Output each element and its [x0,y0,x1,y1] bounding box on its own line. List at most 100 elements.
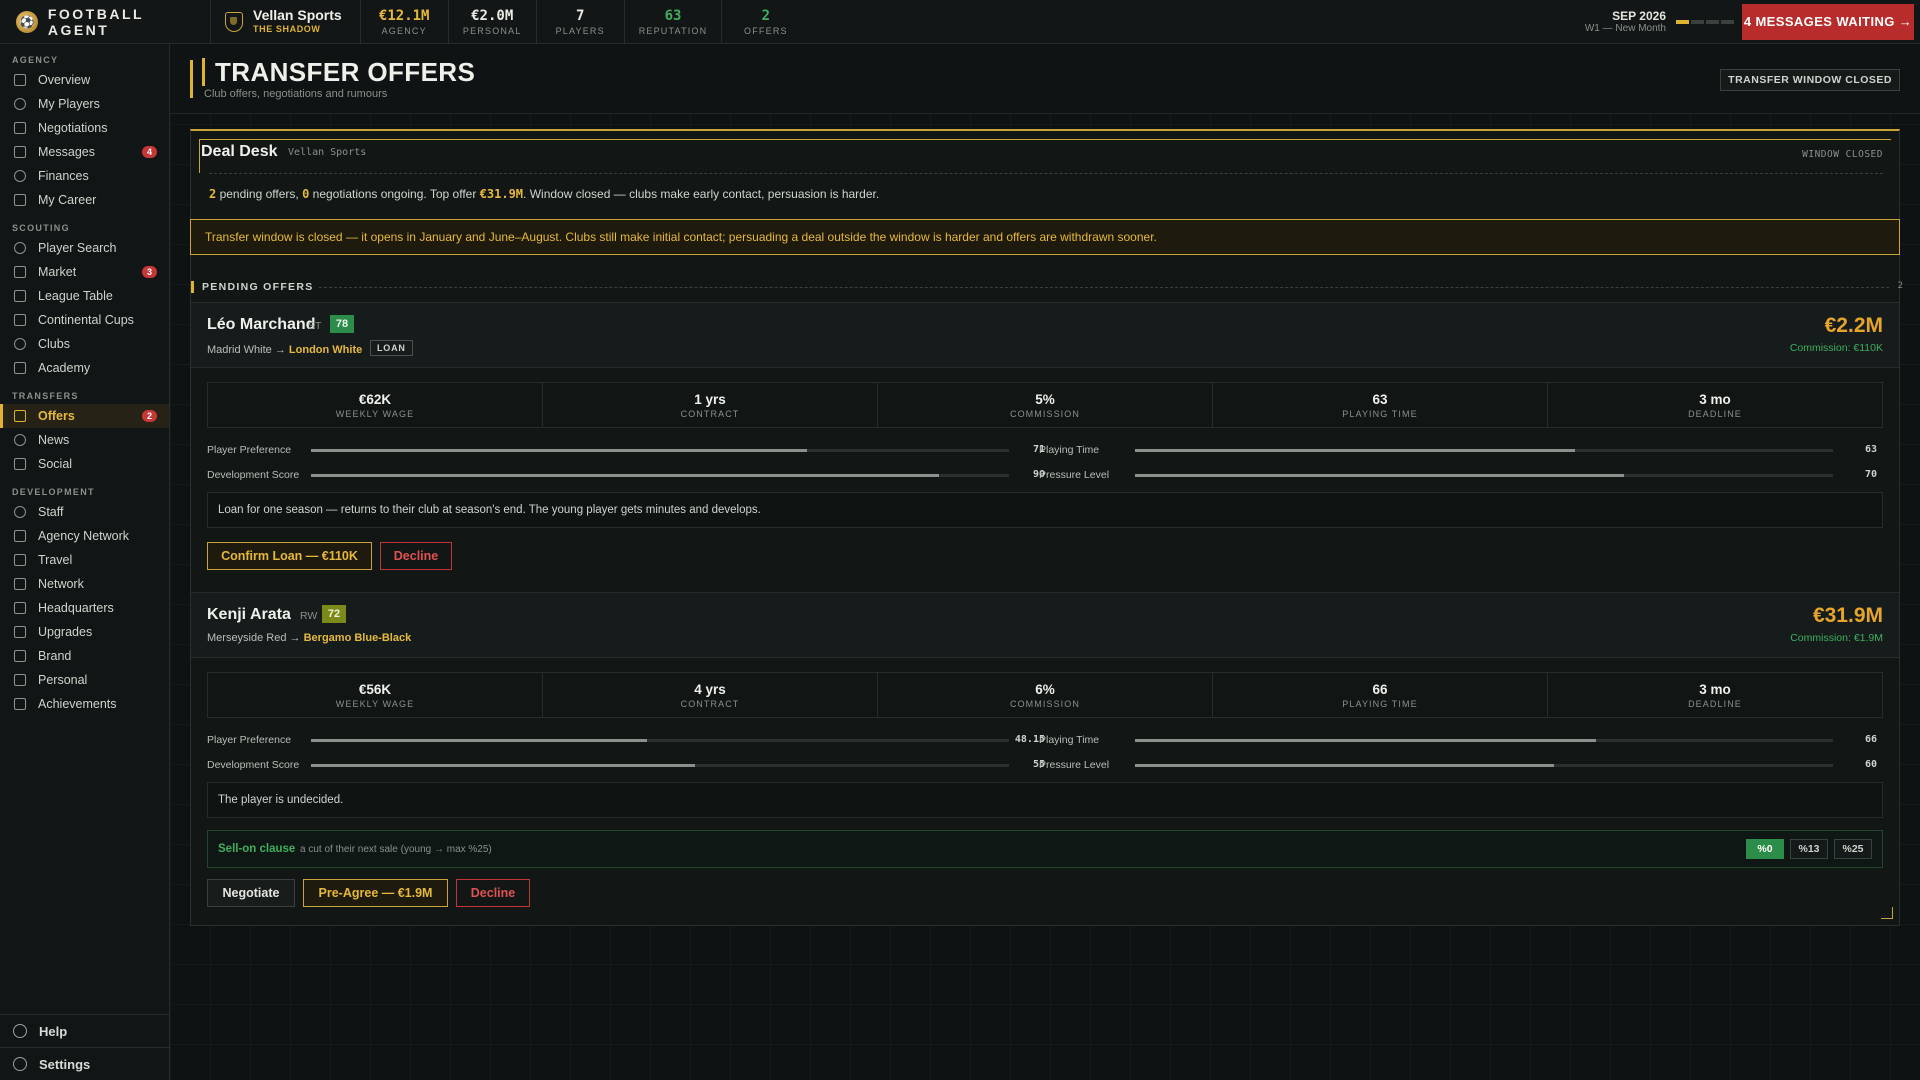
sidebar-item-staff[interactable]: Staff [0,500,169,524]
offer-header: Léo Marchand ST 78 Madrid White → London… [191,302,1899,368]
sidebar-item-agency-network[interactable]: Agency Network [0,524,169,548]
metric-label: Pressure Level [1039,759,1110,771]
trend-icon [14,626,26,638]
kpi-label: PLAYING TIME [1342,698,1418,709]
sidebar-item-brand[interactable]: Brand [0,644,169,668]
metric-track [1135,474,1833,477]
sidebar-item-label: Travel [38,553,73,567]
sidebar-item-personal[interactable]: Personal [0,668,169,692]
summary-text: pending offers, [216,187,303,201]
metric-track [311,449,1009,452]
sell-on-option[interactable]: %0 [1746,839,1784,859]
sidebar-item-clubs[interactable]: Clubs [0,332,169,356]
agency-block[interactable]: Vellan Sports THE SHADOW [210,0,360,44]
pre-agree-button[interactable]: Pre-Agree — €1.9M [303,879,448,907]
star-icon [14,650,26,662]
sidebar-item-headquarters[interactable]: Headquarters [0,596,169,620]
chat-icon [14,122,26,134]
to-club: London White [288,344,363,356]
stat-value: €12.1M [378,7,430,24]
sidebar-item-label: News [38,433,70,447]
pending-offers-header: PENDING OFFERS 2 [191,281,1903,295]
sidebar-item-offers[interactable]: Offers 2 [0,404,169,428]
date-block: SEP 2026 W1 — New Month [1585,9,1666,34]
deal-desk-status: WINDOW CLOSED [1802,149,1883,160]
sidebar-item-achievements[interactable]: Achievements [0,692,169,716]
kpi-commission: 6% COMMISSION [878,673,1213,717]
section-accent [191,281,194,293]
nav-badge: 2 [142,410,157,422]
metric-value: 60 [1864,759,1877,770]
metric-fill [1135,739,1596,742]
sidebar: AGENCY Overview My Players Negotiations Mess… [0,44,170,1080]
sell-on-option[interactable]: %13 [1790,839,1828,859]
sidebar-settings-button[interactable]: Settings [0,1047,170,1080]
metric-label: Pressure Level [1039,469,1110,481]
decline-button[interactable]: Decline [456,879,530,907]
sidebar-item-label: My Career [38,193,97,207]
sidebar-item-player-search[interactable]: Player Search [0,236,169,260]
messages-waiting-button[interactable]: 4 MESSAGES WAITING → [1742,3,1914,40]
offer-note: Loan for one season — returns to their c… [207,492,1883,528]
week-segment [1721,19,1734,24]
sidebar-item-messages[interactable]: Messages 4 [0,140,169,164]
nav-section-title: SCOUTING [12,223,70,233]
sidebar-item-overview[interactable]: Overview [0,68,169,92]
metric-track [311,739,1009,742]
metric-label: Development Score [207,759,300,771]
network-icon [14,578,26,590]
sidebar-item-league-table[interactable]: League Table [0,284,169,308]
sidebar-item-finances[interactable]: Finances [0,164,169,188]
sidebar-item-news[interactable]: News [0,428,169,452]
kpi-weekly-wage: €62K WEEKLY WAGE [208,383,543,427]
nav-section: SCOUTING Player Search Market 3 League Table… [0,212,169,380]
gem-icon [14,674,26,686]
kpi-label: DEADLINE [1688,408,1742,419]
decline-button[interactable]: Decline [380,542,452,570]
sell-on-option[interactable]: %25 [1834,839,1872,859]
sidebar-item-continental-cups[interactable]: Continental Cups [0,308,169,332]
kpi-value: 3 mo [1699,681,1731,697]
sidebar-item-my-players[interactable]: My Players [0,92,169,116]
transfer-window-status: TRANSFER WINDOW CLOSED [1720,69,1900,91]
from-club: Merseyside Red [207,632,287,644]
page-subtitle: Club offers, negotiations and rumours [204,88,388,100]
metric-fill [1135,449,1575,452]
metric-track [1135,739,1833,742]
deal-desk-agency: Vellan Sports [288,147,367,158]
kpi-label: WEEKLY WAGE [335,698,415,709]
kpi-value: 5% [1035,391,1055,407]
metric-label: Playing Time [1039,734,1100,746]
player-name[interactable]: Kenji Arata [207,606,291,624]
metric-fill [311,764,695,767]
metric-bar-playing-time: Playing Time 66 [1039,734,1883,746]
agency-shield-icon [225,11,243,32]
page-title: TRANSFER OFFERS [202,58,475,86]
sidebar-item-negotiations[interactable]: Negotiations [0,116,169,140]
offer-card: Léo Marchand ST 78 Madrid White → London… [191,302,1899,592]
sidebar-help-button[interactable]: Help [0,1014,170,1047]
sidebar-item-upgrades[interactable]: Upgrades [0,620,169,644]
metric-fill [311,739,648,742]
confirm-loan-button[interactable]: Confirm Loan — €110K [207,542,372,570]
sidebar-item-my-career[interactable]: My Career [0,188,169,212]
sidebar-item-market[interactable]: Market 3 [0,260,169,284]
nav-section-title: TRANSFERS [12,391,79,401]
player-name[interactable]: Léo Marchand [207,316,315,334]
kpi-weekly-wage: €56K WEEKLY WAGE [208,673,543,717]
transfer-clubs: Madrid White → London White [207,344,362,356]
sidebar-item-label: My Players [38,97,100,111]
sidebar-item-social[interactable]: Social [0,452,169,476]
sidebar-item-academy[interactable]: Academy [0,356,169,380]
kpi-value: 1 yrs [694,391,726,407]
sidebar-item-travel[interactable]: Travel [0,548,169,572]
sidebar-item-network[interactable]: Network [0,572,169,596]
metric-value: 70 [1864,469,1877,480]
top-offer-value: €31.9M [479,187,524,201]
summary-text: . Window closed — clubs make early conta… [523,187,880,201]
kpi-value: 66 [1372,681,1388,697]
kpi-value: 63 [1372,391,1388,407]
sidebar-item-label: Personal [38,673,88,687]
negotiate-button[interactable]: Negotiate [207,879,295,907]
search-icon [14,242,26,254]
